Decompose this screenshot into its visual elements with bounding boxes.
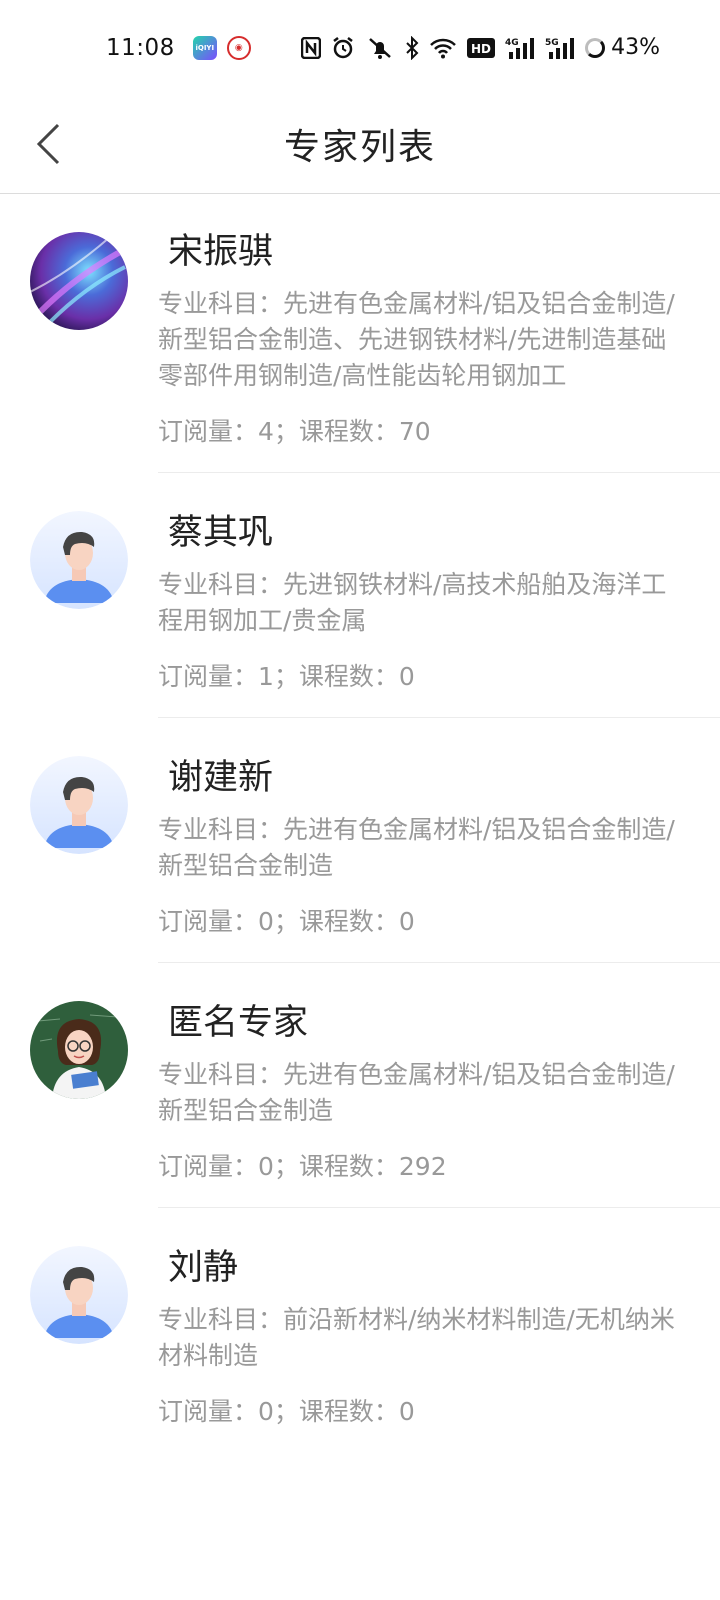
4g-signal-icon: 4G bbox=[505, 36, 535, 60]
5g-label: 5G bbox=[545, 38, 559, 48]
expert-name: 蔡其巩 bbox=[168, 513, 274, 553]
expert-content: 蔡其巩 专业科目：先进钢铁材料/高技术船舶及海洋工程用钢加工/贵金属 订阅量：1… bbox=[158, 511, 720, 695]
expert-name: 谢建新 bbox=[168, 758, 274, 798]
system-icons: HD 4G 5G 43% bbox=[301, 35, 660, 60]
galaxy-avatar bbox=[30, 232, 128, 330]
expert-subjects: 专业科目：先进有色金属材料/铝及铝合金制造/新型铝合金制造、先进钢铁材料/先进制… bbox=[158, 289, 675, 390]
battery-level: 43% bbox=[611, 35, 660, 60]
expert-stats: 订阅量：4；课程数：70 bbox=[158, 417, 431, 446]
expert-list-item[interactable]: 刘静 专业科目：前沿新材料/纳米材料制造/无机纳米材料制造 订阅量：0；课程数：… bbox=[0, 1208, 720, 1430]
expert-stats: 订阅量：0；课程数：292 bbox=[158, 1152, 447, 1181]
wifi-icon bbox=[429, 36, 457, 60]
page-title: 专家列表 bbox=[283, 127, 436, 168]
expert-list: 宋振骐 专业科目：先进有色金属材料/铝及铝合金制造/新型铝合金制造、先进钢铁材料… bbox=[0, 194, 720, 1430]
expert-name: 宋振骐 bbox=[168, 232, 274, 272]
expert-subjects: 专业科目：先进有色金属材料/铝及铝合金制造/新型铝合金制造 bbox=[158, 1060, 675, 1125]
default-person-avatar bbox=[30, 1246, 128, 1344]
iqiyi-app-icon: iQIYI bbox=[192, 35, 217, 60]
hd-icon: HD bbox=[467, 36, 496, 60]
app-notification-icon: ◉ bbox=[226, 35, 251, 60]
default-person-avatar bbox=[30, 756, 128, 854]
expert-stats: 订阅量：0；课程数：0 bbox=[158, 907, 415, 936]
expert-list-item[interactable]: 宋振骐 专业科目：先进有色金属材料/铝及铝合金制造/新型铝合金制造、先进钢铁材料… bbox=[0, 194, 720, 473]
expert-content: 匿名专家 专业科目：先进有色金属材料/铝及铝合金制造/新型铝合金制造 订阅量：0… bbox=[158, 1001, 720, 1185]
alarm-icon bbox=[331, 36, 355, 60]
expert-name: 匿名专家 bbox=[168, 1003, 309, 1043]
expert-list-item[interactable]: 蔡其巩 专业科目：先进钢铁材料/高技术船舶及海洋工程用钢加工/贵金属 订阅量：1… bbox=[0, 473, 720, 718]
status-time: 11:08 bbox=[106, 34, 175, 61]
expert-stats: 订阅量：1；课程数：0 bbox=[158, 662, 415, 691]
hd-label: HD bbox=[471, 42, 491, 56]
chevron-left-icon bbox=[36, 123, 60, 165]
expert-list-item[interactable]: 匿名专家 专业科目：先进有色金属材料/铝及铝合金制造/新型铝合金制造 订阅量：0… bbox=[0, 963, 720, 1208]
4g-label: 4G bbox=[505, 38, 519, 48]
expert-content: 谢建新 专业科目：先进有色金属材料/铝及铝合金制造/新型铝合金制造 订阅量：0；… bbox=[158, 756, 720, 940]
expert-content: 刘静 专业科目：前沿新材料/纳米材料制造/无机纳米材料制造 订阅量：0；课程数：… bbox=[158, 1246, 720, 1430]
expert-list-item[interactable]: 谢建新 专业科目：先进有色金属材料/铝及铝合金制造/新型铝合金制造 订阅量：0；… bbox=[0, 718, 720, 963]
back-button[interactable] bbox=[24, 117, 72, 171]
default-person-avatar bbox=[30, 511, 128, 609]
navigation-bar: 专家列表 bbox=[0, 95, 720, 194]
bluetooth-icon bbox=[405, 35, 419, 60]
expert-subjects: 专业科目：先进有色金属材料/铝及铝合金制造/新型铝合金制造 bbox=[158, 815, 675, 880]
battery-icon bbox=[585, 36, 606, 60]
expert-name: 刘静 bbox=[168, 1248, 239, 1288]
notification-icons: iQIYI ◉ bbox=[192, 35, 251, 60]
expert-subjects: 专业科目：前沿新材料/纳米材料制造/无机纳米材料制造 bbox=[158, 1305, 675, 1370]
mute-icon bbox=[365, 36, 395, 60]
teacher-avatar bbox=[30, 1001, 128, 1099]
expert-content: 宋振骐 专业科目：先进有色金属材料/铝及铝合金制造/新型铝合金制造、先进钢铁材料… bbox=[158, 230, 720, 450]
expert-stats: 订阅量：0；课程数：0 bbox=[158, 1397, 415, 1426]
expert-subjects: 专业科目：先进钢铁材料/高技术船舶及海洋工程用钢加工/贵金属 bbox=[158, 570, 667, 635]
5g-signal-icon: 5G bbox=[545, 36, 575, 60]
status-bar: 11:08 iQIYI ◉ HD 4G 5G 43% bbox=[0, 0, 720, 95]
nfc-icon bbox=[301, 36, 322, 60]
